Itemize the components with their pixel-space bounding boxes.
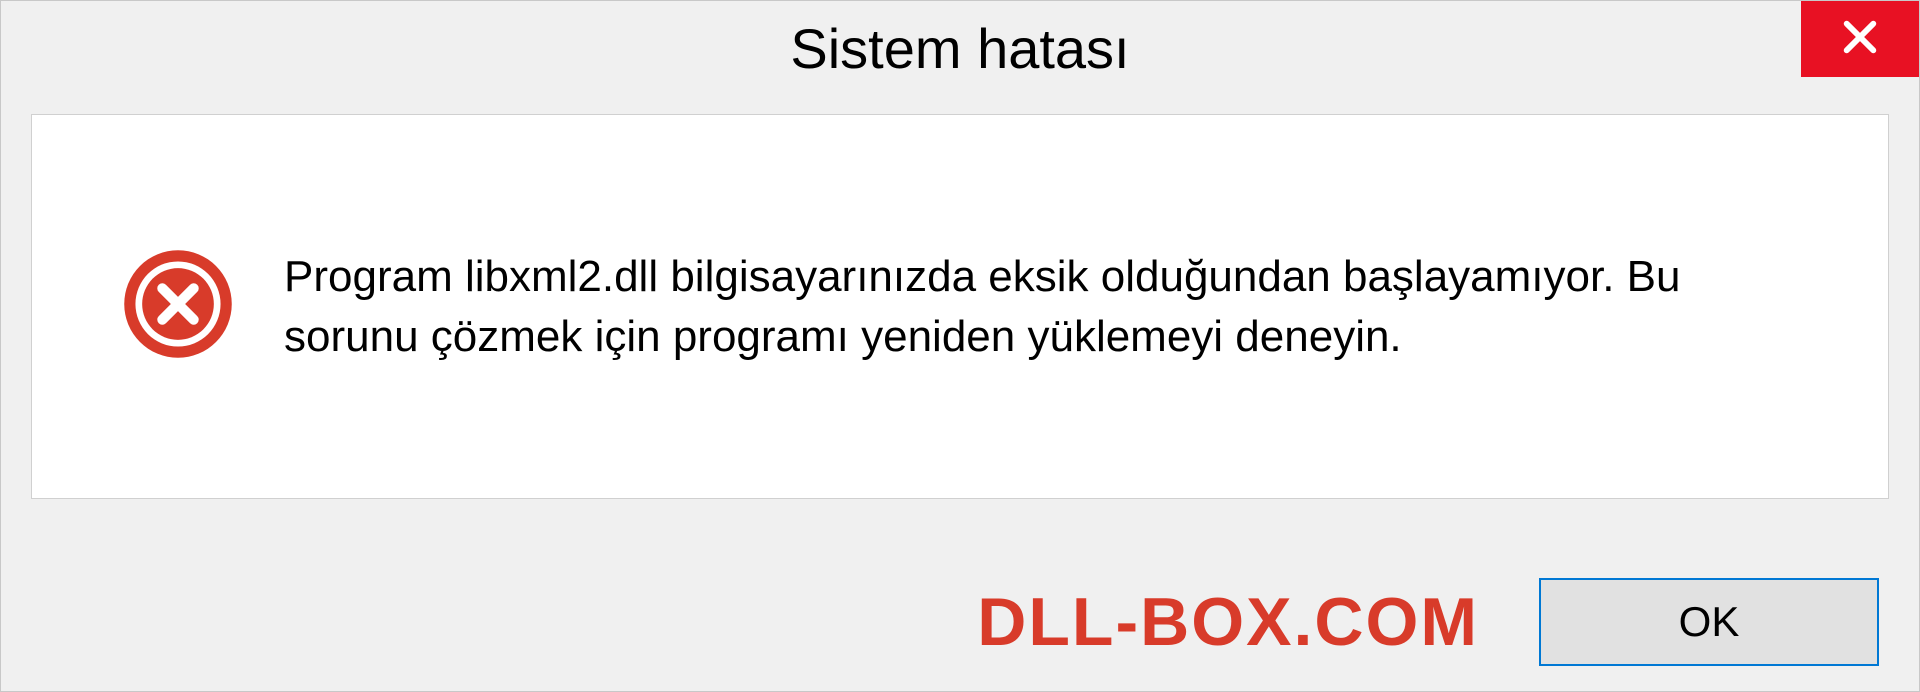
error-icon — [122, 347, 234, 364]
titlebar: Sistem hatası — [1, 1, 1919, 96]
watermark-text: DLL-BOX.COM — [977, 583, 1479, 661]
close-button[interactable] — [1801, 1, 1919, 77]
dialog-title: Sistem hatası — [790, 16, 1129, 81]
dialog-footer: DLL-BOX.COM OK — [1, 578, 1919, 666]
error-dialog: Sistem hatası Program libxml — [0, 0, 1920, 692]
error-icon-container — [122, 248, 234, 365]
close-icon — [1840, 17, 1880, 62]
content-panel: Program libxml2.dll bilgisayarınızda eks… — [31, 114, 1889, 499]
ok-button[interactable]: OK — [1539, 578, 1879, 666]
error-message: Program libxml2.dll bilgisayarınızda eks… — [284, 247, 1798, 366]
ok-button-label: OK — [1679, 598, 1740, 646]
